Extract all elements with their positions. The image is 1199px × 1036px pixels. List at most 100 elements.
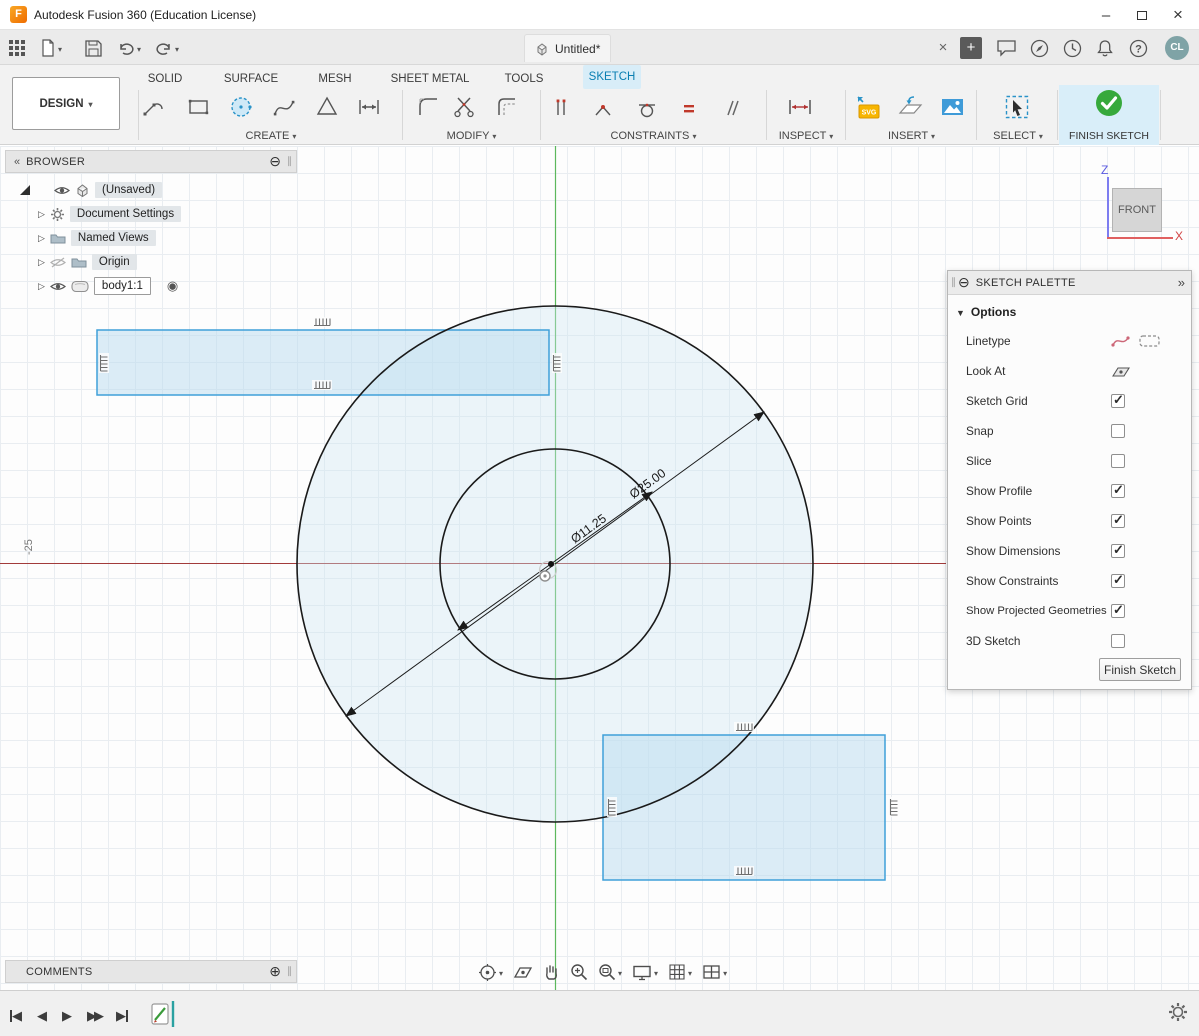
- circle-tool-icon[interactable]: [228, 94, 254, 120]
- sketch-palette-header[interactable]: SKETCH PALETTE: [948, 271, 1191, 295]
- insert-group-label[interactable]: INSERT: [846, 130, 977, 142]
- viewcube[interactable]: Z X FRONT: [1095, 163, 1195, 255]
- browser-resize-grip[interactable]: [287, 156, 292, 167]
- viewcube-front-face[interactable]: FRONT: [1112, 188, 1162, 232]
- comments-icon[interactable]: [997, 37, 1016, 59]
- tab-close-icon[interactable]: [933, 38, 953, 58]
- browser-row-named-views[interactable]: Named Views: [38, 227, 156, 249]
- tab-surface[interactable]: SURFACE: [220, 68, 282, 90]
- inspect-group-label[interactable]: INSPECT: [767, 130, 845, 142]
- show-projected-checkbox[interactable]: [1111, 604, 1125, 618]
- browser-row-body[interactable]: body1:1: [38, 275, 178, 297]
- options-expand-icon[interactable]: [948, 305, 971, 319]
- zoom-window-button[interactable]: [598, 963, 622, 981]
- construction-line-icon[interactable]: [1111, 333, 1133, 349]
- browser-minus-icon[interactable]: [269, 153, 281, 170]
- slot-tool-icon[interactable]: [356, 94, 382, 120]
- finish-sketch-check-icon[interactable]: [1095, 89, 1123, 120]
- undo-button[interactable]: [117, 37, 141, 59]
- timeline-step-forward-button[interactable]: [87, 1008, 101, 1024]
- file-menu-button[interactable]: [40, 37, 62, 59]
- show-profile-checkbox[interactable]: [1111, 484, 1125, 498]
- rectangle-tool-icon[interactable]: [186, 94, 212, 120]
- 3d-sketch-checkbox[interactable]: [1111, 634, 1125, 648]
- pan-button[interactable]: [543, 963, 560, 981]
- browser-row-document-settings[interactable]: Document Settings: [38, 203, 181, 225]
- constraint-vertical-icon[interactable]: [550, 97, 572, 119]
- save-icon[interactable]: [85, 37, 102, 59]
- palette-grip-icon[interactable]: [951, 277, 956, 288]
- timeline-play-button[interactable]: [62, 1008, 72, 1024]
- fillet-tool-icon[interactable]: [416, 94, 442, 120]
- browser-item-origin[interactable]: Origin: [92, 254, 137, 270]
- orbit-button[interactable]: [478, 963, 503, 982]
- zoom-button[interactable]: [570, 963, 588, 981]
- tab-solid[interactable]: SOLID: [141, 68, 189, 90]
- comments-panel-header[interactable]: COMMENTS: [5, 960, 297, 983]
- browser-item-named-views[interactable]: Named Views: [71, 230, 156, 246]
- browser-root-row[interactable]: (Unsaved): [20, 179, 162, 201]
- comments-plus-icon[interactable]: [269, 963, 281, 980]
- tab-tools[interactable]: TOOLS: [500, 68, 548, 90]
- look-at-button[interactable]: [513, 964, 533, 980]
- constraint-tangent-icon[interactable]: [636, 97, 658, 119]
- tab-mesh[interactable]: MESH: [314, 68, 356, 90]
- offset-tool-icon[interactable]: [494, 94, 520, 120]
- document-tab[interactable]: Untitled*: [524, 34, 611, 62]
- grid-snap-button[interactable]: [668, 963, 692, 981]
- insert-mesh-icon[interactable]: [897, 94, 923, 120]
- measure-tool-icon[interactable]: [787, 94, 813, 120]
- insert-canvas-icon[interactable]: [939, 94, 965, 120]
- display-settings-button[interactable]: [632, 964, 658, 981]
- workspace-selector[interactable]: DESIGN: [12, 77, 120, 130]
- viewports-button[interactable]: [702, 964, 727, 980]
- slice-checkbox[interactable]: [1111, 454, 1125, 468]
- app-grid-icon[interactable]: [8, 37, 26, 59]
- help-icon[interactable]: ?: [1129, 37, 1148, 59]
- rectangle-bottom[interactable]: [603, 735, 885, 880]
- avatar[interactable]: CL: [1165, 36, 1189, 60]
- browser-item-body[interactable]: body1:1: [94, 277, 151, 295]
- timeline-skip-start-button[interactable]: [10, 1008, 22, 1024]
- center-point[interactable]: [548, 561, 554, 567]
- palette-minus-icon[interactable]: [958, 274, 970, 291]
- comments-resize-grip[interactable]: [287, 966, 292, 977]
- visibility-eye-off-icon[interactable]: [50, 257, 66, 268]
- browser-extension-icon[interactable]: [1030, 37, 1049, 59]
- browser-handle-icon[interactable]: [20, 185, 30, 195]
- browser-collapse-icon[interactable]: [14, 156, 20, 168]
- browser-item-unsaved[interactable]: (Unsaved): [95, 182, 162, 198]
- timeline-sketch-feature[interactable]: [149, 999, 177, 1032]
- new-tab-button[interactable]: [960, 37, 982, 59]
- visibility-eye-icon[interactable]: [54, 185, 70, 196]
- show-points-checkbox[interactable]: [1111, 514, 1125, 528]
- insert-svg-icon[interactable]: SVG: [854, 94, 880, 120]
- palette-collapse-icon[interactable]: [1178, 275, 1185, 290]
- expand-caret-icon[interactable]: [38, 233, 45, 244]
- options-section-header[interactable]: Options: [948, 299, 1191, 325]
- visibility-eye-icon[interactable]: [50, 281, 66, 292]
- expand-caret-icon[interactable]: [38, 257, 45, 268]
- timeline-settings-gear-icon[interactable]: [1167, 1001, 1189, 1026]
- spline-tool-icon[interactable]: [272, 94, 298, 120]
- activate-component-radio[interactable]: [167, 278, 178, 294]
- minimize-button[interactable]: [1089, 0, 1123, 30]
- sketch-grid-checkbox[interactable]: [1111, 394, 1125, 408]
- constraint-equal-icon[interactable]: [678, 97, 700, 119]
- centerline-icon[interactable]: [1139, 333, 1161, 349]
- trim-tool-icon[interactable]: [452, 94, 478, 120]
- line-tool-icon[interactable]: [142, 94, 168, 120]
- close-button[interactable]: [1161, 0, 1195, 30]
- browser-panel-header[interactable]: BROWSER: [5, 150, 297, 173]
- finish-sketch-palette-button[interactable]: Finish Sketch: [1099, 658, 1181, 681]
- browser-item-document-settings[interactable]: Document Settings: [70, 206, 181, 222]
- create-group-label[interactable]: CREATE: [140, 130, 402, 142]
- select-group-label[interactable]: SELECT: [978, 130, 1058, 142]
- constraint-parallel-icon[interactable]: [720, 97, 742, 119]
- look-at-icon[interactable]: [1111, 364, 1131, 379]
- tab-sheet-metal[interactable]: SHEET METAL: [390, 68, 470, 90]
- show-dimensions-checkbox[interactable]: [1111, 544, 1125, 558]
- notifications-bell-icon[interactable]: [1096, 37, 1114, 59]
- expand-caret-icon[interactable]: [38, 281, 45, 292]
- constraint-coincident-icon[interactable]: [592, 97, 614, 119]
